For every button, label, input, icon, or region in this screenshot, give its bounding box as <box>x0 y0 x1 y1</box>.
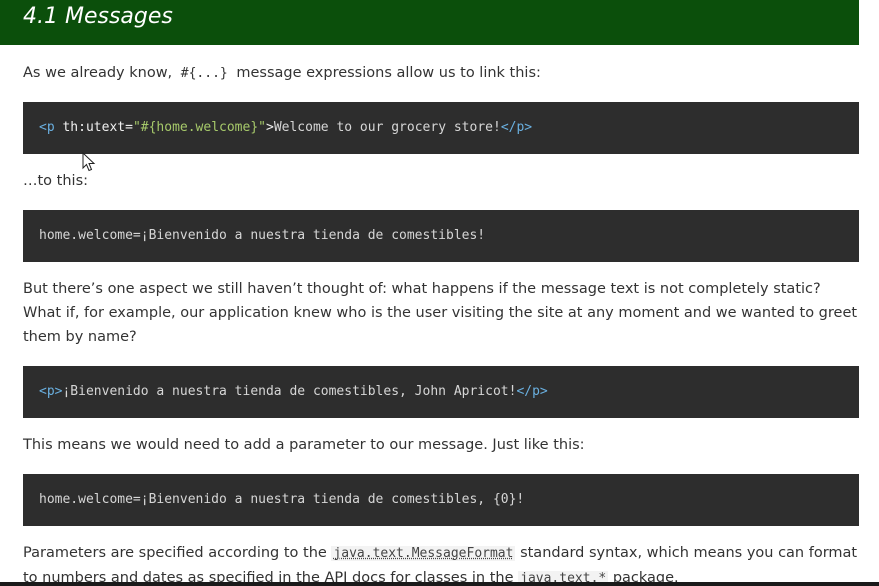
code-attribute: th:utext= <box>54 120 133 135</box>
code-greeting-open-tag: <p> <box>39 384 63 399</box>
parameter-paragraph: This means we would need to add a parame… <box>23 437 585 453</box>
inline-code-message-expression: #{...} <box>180 66 228 81</box>
code-block-parameter-example: home.welcome=¡Bienvenido a nuestra tiend… <box>23 474 859 526</box>
code-end-tag: </p> <box>500 120 533 135</box>
code-greeting-end-tag: </p> <box>516 384 548 399</box>
code-attribute-value: "#{home.welcome}" <box>132 120 266 135</box>
to-this-paragraph: …to this: <box>23 173 89 189</box>
intro-text-before: As we already know, <box>23 65 173 81</box>
code-block-html-example: <p th:utext="#{home.welcome}">Welcome to… <box>23 102 859 154</box>
message-format-link[interactable]: java.text.MessageFormat <box>331 546 516 561</box>
section-header: 4.1 Messages <box>0 0 859 45</box>
code-greeting-text: ¡Bienvenido a nuestra tienda de comestib… <box>62 384 517 399</box>
section-title: 4.1 Messages <box>23 4 173 29</box>
message-format-text-before: Parameters are specified according to th… <box>23 545 327 561</box>
code-parameter-line: home.welcome=¡Bienvenido a nuestra tiend… <box>39 492 525 507</box>
code-block-greeting-example: <p>¡Bienvenido a nuestra tienda de comes… <box>23 366 859 418</box>
documentation-page: 4.1 Messages As we already know, #{...} … <box>0 0 879 586</box>
code-text-content: Welcome to our grocery store! <box>273 120 501 135</box>
code-block-properties-example: home.welcome=¡Bienvenido a nuestra tiend… <box>23 210 859 262</box>
intro-text-after: message expressions allow us to link thi… <box>236 65 541 81</box>
message-format-paragraph: Parameters are specified according to th… <box>23 541 859 586</box>
code-properties-line: home.welcome=¡Bienvenido a nuestra tiend… <box>39 228 486 243</box>
mouse-cursor-icon <box>82 152 96 172</box>
code-open-tag: <p <box>39 120 55 135</box>
question-paragraph: But there’s one aspect we still haven’t … <box>23 281 858 345</box>
bottom-edge-bar <box>0 582 879 586</box>
code-close-bracket: > <box>266 120 274 135</box>
intro-paragraph: As we already know, #{...} message expre… <box>23 61 859 86</box>
